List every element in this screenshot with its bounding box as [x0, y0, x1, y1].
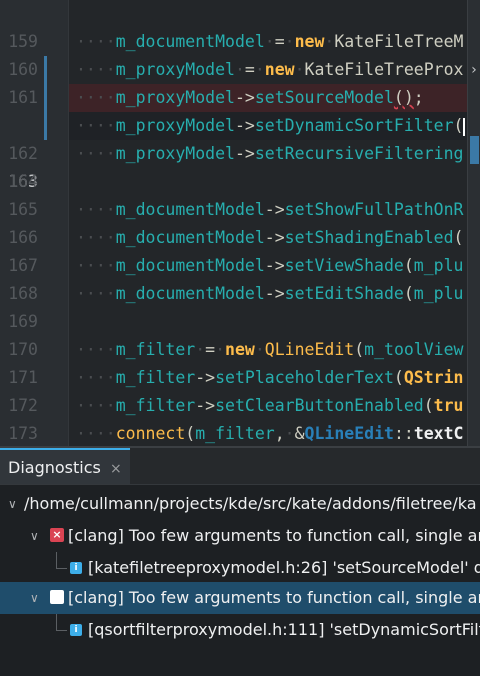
diagnostic-message: [clang] Too few arguments to function ca…	[68, 526, 480, 545]
modified-line-marker	[44, 112, 47, 140]
tree-branch-line	[56, 552, 67, 569]
code-line-error[interactable]: 162 ····m_proxyModel->setSourceModel();	[0, 84, 480, 163]
info-icon: i	[70, 624, 82, 636]
chevron-right-icon[interactable]: ›	[470, 62, 478, 78]
code-line[interactable]: 168 ····m_documentModel->setViewShade(m_…	[0, 252, 480, 303]
code-text: ····m_documentModel->setViewShade(m_plu	[76, 256, 464, 275]
code-text: ····m_filter->setClearButtonEnabled(tru	[76, 396, 464, 415]
code-editor[interactable]: 159 160 ····m_documentModel·=·new·KateFi…	[0, 0, 480, 446]
code-line[interactable]: 160 ····m_documentModel·=·new·KateFileTr…	[0, 28, 480, 79]
related-message: [qsortfilterproxymodel.h:111] 'setDynami…	[88, 620, 480, 639]
code-line[interactable]: 169 ····m_documentModel->setEditShade(m_…	[0, 280, 480, 331]
code-line[interactable]: 159	[0, 0, 480, 51]
code-line[interactable]: 172 ····m_filter->setPlaceholderText(QSt…	[0, 364, 480, 415]
code-line[interactable]: 174 ····connect(m_filter,·&QLineEdit::te…	[0, 420, 480, 446]
chevron-down-icon[interactable]: ∨	[30, 520, 39, 552]
code-line[interactable]: 173 ····m_filter->setClearButtonEnabled(…	[0, 392, 480, 443]
scrollbar-handle[interactable]	[470, 136, 479, 164]
tree-branch-line	[56, 614, 67, 631]
tab-bar: Diagnostics ×	[0, 448, 480, 485]
code-text: ····m_proxyModel·=·new·KateFileTreeProx	[76, 60, 464, 79]
chevron-down-icon[interactable]: ∨	[30, 582, 39, 614]
close-icon[interactable]: ×	[110, 461, 122, 477]
code-line[interactable]: 164 ····m_proxyModel->setRecursiveFilter…	[0, 140, 480, 191]
info-icon: i	[70, 562, 82, 574]
code-text: ····m_proxyModel->setDynamicSortFilter()	[76, 116, 475, 136]
code-line[interactable]: 171 ····m_filter·=·new·QLineEdit(m_toolV…	[0, 336, 480, 387]
code-line[interactable]: 166 ····m_documentModel->setShowFullPath…	[0, 196, 480, 247]
code-text: ····m_filter·=·new·QLineEdit(m_toolView	[76, 340, 464, 359]
code-text: ····m_documentModel·=·new·KateFileTreeM	[76, 32, 464, 51]
diagnostic-item-selected[interactable]: ∨ [clang] Too few arguments to function …	[0, 582, 480, 614]
code-line[interactable]: 170	[0, 308, 480, 359]
diagnostic-related-item[interactable]: i [katefiletreeproxymodel.h:26] 'setSour…	[0, 552, 480, 584]
diagnostic-related-item[interactable]: i [qsortfilterproxymodel.h:111] 'setDyna…	[0, 614, 480, 646]
tab-diagnostics[interactable]: Diagnostics ×	[0, 448, 130, 484]
error-icon: ×	[50, 528, 64, 542]
modified-line-marker	[44, 56, 47, 84]
file-path: /home/cullmann/projects/kde/src/kate/add…	[24, 494, 477, 513]
code-text: ····m_documentModel->setShadingEnabled(	[76, 228, 464, 247]
modified-line-marker	[44, 84, 47, 112]
diagnostic-item[interactable]: ∨ × [clang] Too few arguments to functio…	[0, 520, 480, 552]
related-message: [katefiletreeproxymodel.h:26] 'setSource…	[88, 558, 480, 577]
code-text: ····m_documentModel->setShowFullPathOnR	[76, 200, 464, 219]
warning-icon	[50, 590, 64, 604]
code-line[interactable]: 165	[0, 168, 480, 219]
diagnostics-file-row[interactable]: ∨ /home/cullmann/projects/kde/src/kate/a…	[0, 488, 480, 520]
code-line[interactable]: 161 ····m_proxyModel·=·new·KateFileTreeP…	[0, 56, 480, 107]
code-line[interactable]: 167 ····m_documentModel->setShadingEnabl…	[0, 224, 480, 275]
code-text: ····m_proxyModel->setRecursiveFiltering	[76, 144, 464, 163]
code-text: ····m_documentModel->setEditShade(m_plu	[76, 284, 464, 303]
diagnostics-panel: Diagnostics × ∨ /home/cullmann/projects/…	[0, 446, 480, 676]
code-text: ····connect(m_filter,·&QLineEdit::textC	[76, 424, 464, 443]
code-text: ····m_filter->setPlaceholderText(QStrin	[76, 368, 464, 387]
tab-label: Diagnostics	[8, 458, 101, 477]
diagnostic-message: [clang] Too few arguments to function ca…	[68, 588, 480, 607]
code-line-current[interactable]: 163 ····m_proxyModel->setDynamicSortFilt…	[0, 112, 480, 191]
code-text: ····m_proxyModel->setSourceModel();	[76, 88, 424, 107]
chevron-down-icon[interactable]: ∨	[8, 488, 17, 520]
